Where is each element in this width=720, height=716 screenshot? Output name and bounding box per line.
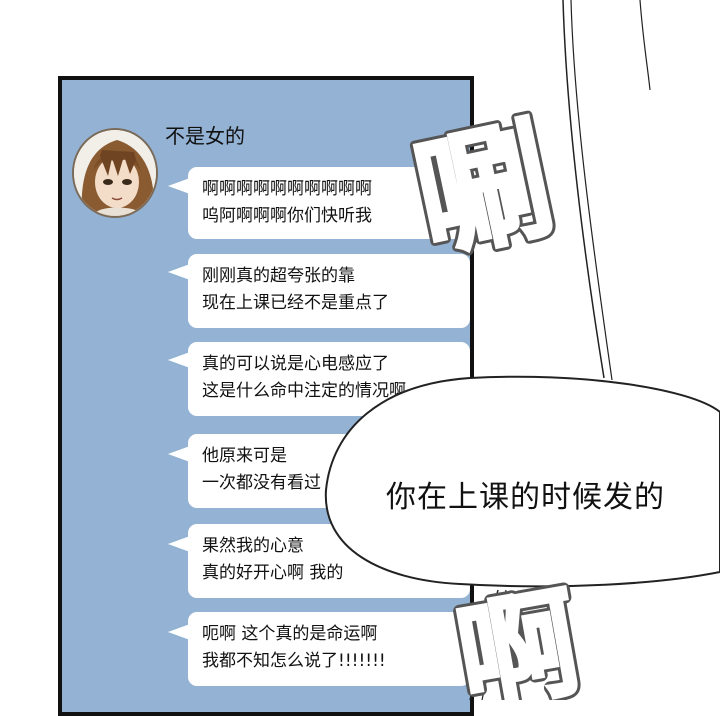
sfx-ah-bottom: 啊 啊 [443, 569, 594, 700]
overlay-art: 唰 唰 啊 啊 [324, 0, 720, 700]
svg-text:啊: 啊 [447, 573, 589, 700]
speech-text: 你在上课的时候发的 [386, 480, 665, 515]
sfx-whoosh-top: 唰 唰 [399, 98, 569, 285]
svg-text:唰: 唰 [404, 102, 565, 280]
